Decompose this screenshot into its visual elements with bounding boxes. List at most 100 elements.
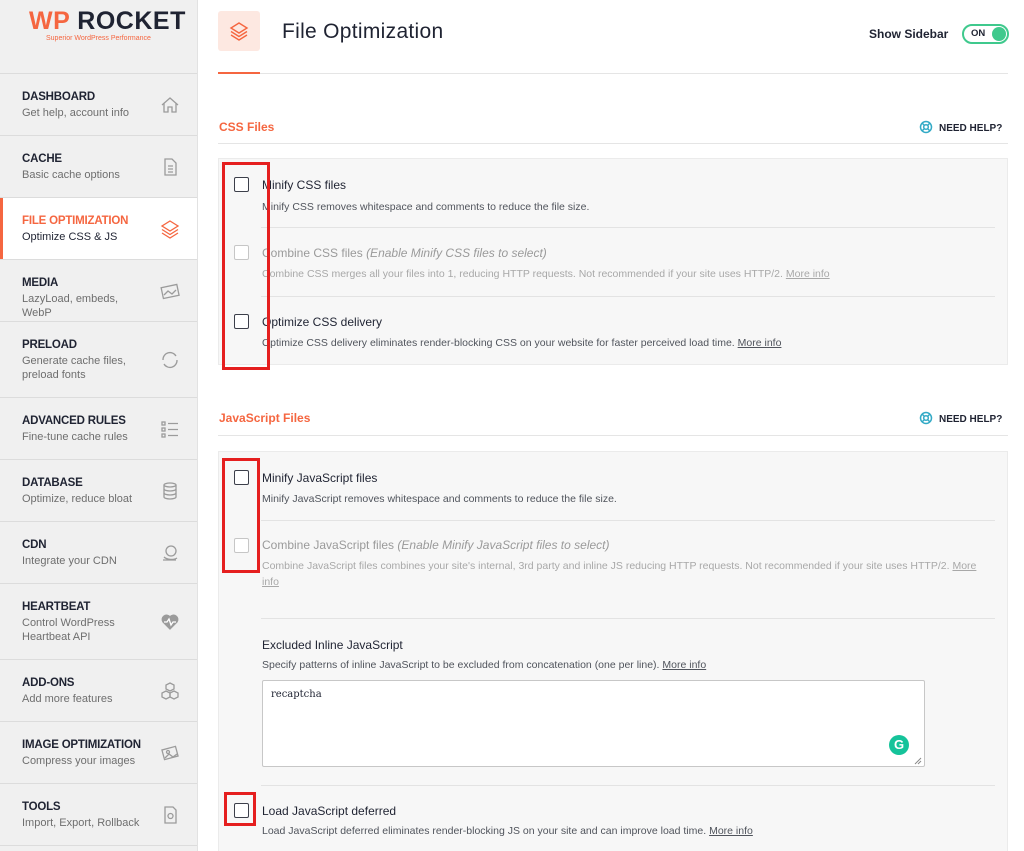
toggle-state-label: ON xyxy=(971,28,986,39)
main-content: File Optimization Show Sidebar ON CSS Fi… xyxy=(198,0,1024,851)
need-help-label: NEED HELP? xyxy=(939,123,1003,134)
combine-js-option: Combine JavaScript files (Enable Minify … xyxy=(219,520,1007,608)
css-options-panel: Minify CSS files Minify CSS removes whit… xyxy=(218,158,1008,365)
option-note: (Enable Minify CSS files to select) xyxy=(366,246,547,260)
js-section-title: JavaScript Files xyxy=(219,411,311,425)
option-label-text: Combine JavaScript files xyxy=(262,538,395,552)
sidebar-item-subtitle: LazyLoad, embeds, WebP xyxy=(22,293,119,319)
sidebar-item-subtitle: Integrate your CDN xyxy=(22,555,117,567)
sidebar-item-image-optimization[interactable]: IMAGE OPTIMIZATION Compress your images xyxy=(0,722,197,784)
layers-icon xyxy=(218,11,260,51)
show-sidebar-toggle[interactable]: ON xyxy=(962,24,1009,44)
image-optimization-icon xyxy=(159,742,181,764)
cdn-icon xyxy=(159,542,181,564)
sidebar-item-advanced-rules[interactable]: ADVANCED RULES Fine-tune cache rules xyxy=(0,398,197,460)
css-section-divider xyxy=(218,143,1008,144)
sidebar-item-file-optimization[interactable]: FILE OPTIMIZATION Optimize CSS & JS xyxy=(0,198,197,260)
more-info-link[interactable]: More info xyxy=(786,268,830,280)
refresh-icon xyxy=(159,349,181,371)
sidebar-item-subtitle: Compress your images xyxy=(22,755,136,767)
sidebar-item-title: MEDIA xyxy=(22,277,59,289)
option-description: Optimize CSS delivery eliminates render-… xyxy=(262,335,995,351)
sidebar-item-title: PRELOAD xyxy=(22,339,77,351)
file-icon xyxy=(159,156,181,178)
image-icon xyxy=(159,280,181,302)
option-label: Combine CSS files (Enable Minify CSS fil… xyxy=(262,246,547,260)
more-info-link[interactable]: More info xyxy=(709,825,753,837)
js-options-panel: Minify JavaScript files Minify JavaScrip… xyxy=(218,451,1008,851)
list-icon xyxy=(159,418,181,440)
load-js-deferred-option: Load JavaScript deferred Load JavaScript… xyxy=(219,785,1007,851)
sidebar-item-dashboard[interactable]: DASHBOARD Get help, account info xyxy=(0,74,197,136)
home-icon xyxy=(159,94,181,116)
sidebar-item-subtitle: Control WordPress Heartbeat API xyxy=(22,617,115,643)
sidebar-item-subtitle: Get help, account info xyxy=(22,107,130,119)
js-need-help-link[interactable]: NEED HELP? xyxy=(919,411,1002,425)
load-js-deferred-checkbox[interactable] xyxy=(234,803,249,818)
heartbeat-icon xyxy=(159,611,181,633)
more-info-link[interactable]: More info xyxy=(738,337,782,349)
logo-wp: WP xyxy=(29,7,70,35)
minify-css-checkbox[interactable] xyxy=(234,177,249,192)
sidebar-item-tools[interactable]: TOOLS Import, Export, Rollback xyxy=(0,784,197,846)
sidebar-item-title: CACHE xyxy=(22,153,62,165)
sidebar-item-title: TOOLS xyxy=(22,801,61,813)
sidebar-item-title: FILE OPTIMIZATION xyxy=(22,215,129,227)
sidebar-item-title: ADD-ONS xyxy=(22,677,75,689)
excluded-inline-js-title: Excluded Inline JavaScript xyxy=(262,638,403,652)
option-divider xyxy=(261,618,995,619)
sidebar-item-title: CDN xyxy=(22,539,47,551)
toggle-knob xyxy=(992,27,1006,41)
combine-css-option: Combine CSS files (Enable Minify CSS fil… xyxy=(219,227,1007,296)
minify-css-option: Minify CSS files Minify CSS removes whit… xyxy=(219,159,1007,227)
option-description: Minify CSS removes whitespace and commen… xyxy=(262,201,590,213)
excluded-inline-js-textarea[interactable]: recaptcha xyxy=(262,680,925,767)
css-need-help-link[interactable]: NEED HELP? xyxy=(919,120,1002,134)
resize-grip-icon[interactable] xyxy=(914,757,922,765)
js-section-divider xyxy=(218,435,1008,436)
more-info-link[interactable]: More info xyxy=(662,659,706,671)
option-label: Minify JavaScript files xyxy=(262,471,378,485)
logo-rocket: ROCKET xyxy=(77,7,186,35)
combine-css-checkbox[interactable] xyxy=(234,245,249,260)
sidebar-item-title: IMAGE OPTIMIZATION xyxy=(22,739,141,751)
sidebar-item-subtitle: Basic cache options xyxy=(22,169,120,181)
combine-js-checkbox[interactable] xyxy=(234,538,249,553)
option-description-text: Load JavaScript deferred eliminates rend… xyxy=(262,825,707,837)
header-accent-bar xyxy=(218,72,260,74)
sidebar-item-add-ons[interactable]: ADD-ONS Add more features xyxy=(0,660,197,722)
sidebar-item-cdn[interactable]: CDN Integrate your CDN xyxy=(0,522,197,584)
optimize-css-delivery-checkbox[interactable] xyxy=(234,314,249,329)
minify-js-checkbox[interactable] xyxy=(234,470,249,485)
logo-wordmark: WP ROCKET xyxy=(29,7,186,36)
option-label-text: Combine CSS files xyxy=(262,246,363,260)
tools-icon xyxy=(159,804,181,826)
sidebar-item-subtitle: Optimize, reduce bloat xyxy=(22,493,133,505)
minify-js-option: Minify JavaScript files Minify JavaScrip… xyxy=(219,452,1007,520)
layers-icon xyxy=(159,218,181,240)
wp-rocket-logo[interactable]: WP ROCKET Superior WordPress Performance xyxy=(0,0,197,74)
sidebar-item-title: DASHBOARD xyxy=(22,91,95,103)
sidebar-item-subtitle: Import, Export, Rollback xyxy=(22,817,140,829)
sidebar-item-heartbeat[interactable]: HEARTBEAT Control WordPress Heartbeat AP… xyxy=(0,584,197,660)
sidebar-item-database[interactable]: DATABASE Optimize, reduce bloat xyxy=(0,460,197,522)
sidebar-item-media[interactable]: MEDIA LazyLoad, embeds, WebP xyxy=(0,260,197,322)
grammarly-icon[interactable]: G xyxy=(889,735,909,755)
option-description: Combine JavaScript files combines your s… xyxy=(262,558,995,590)
sidebar-item-cache[interactable]: CACHE Basic cache options xyxy=(0,136,197,198)
option-label: Combine JavaScript files (Enable Minify … xyxy=(262,538,610,552)
option-description-text: Optimize CSS delivery eliminates render-… xyxy=(262,337,735,349)
sidebar-item-subtitle: Fine-tune cache rules xyxy=(22,431,128,443)
page-title: File Optimization xyxy=(282,20,444,43)
lifebuoy-icon xyxy=(919,120,933,134)
option-description: Combine CSS merges all your files into 1… xyxy=(262,266,995,282)
option-label: Load JavaScript deferred xyxy=(262,804,397,818)
addons-icon xyxy=(159,680,181,702)
sidebar-item-preload[interactable]: PRELOAD Generate cache files, preload fo… xyxy=(0,322,197,398)
sidebar-item-subtitle: Generate cache files, preload fonts xyxy=(22,355,126,381)
excluded-inline-js-description: Specify patterns of inline JavaScript to… xyxy=(262,659,706,671)
show-sidebar-label: Show Sidebar xyxy=(869,27,949,41)
option-label: Optimize CSS delivery xyxy=(262,315,383,329)
option-description-text: Combine CSS merges all your files into 1… xyxy=(262,268,783,280)
option-description: Load JavaScript deferred eliminates rend… xyxy=(262,823,995,839)
